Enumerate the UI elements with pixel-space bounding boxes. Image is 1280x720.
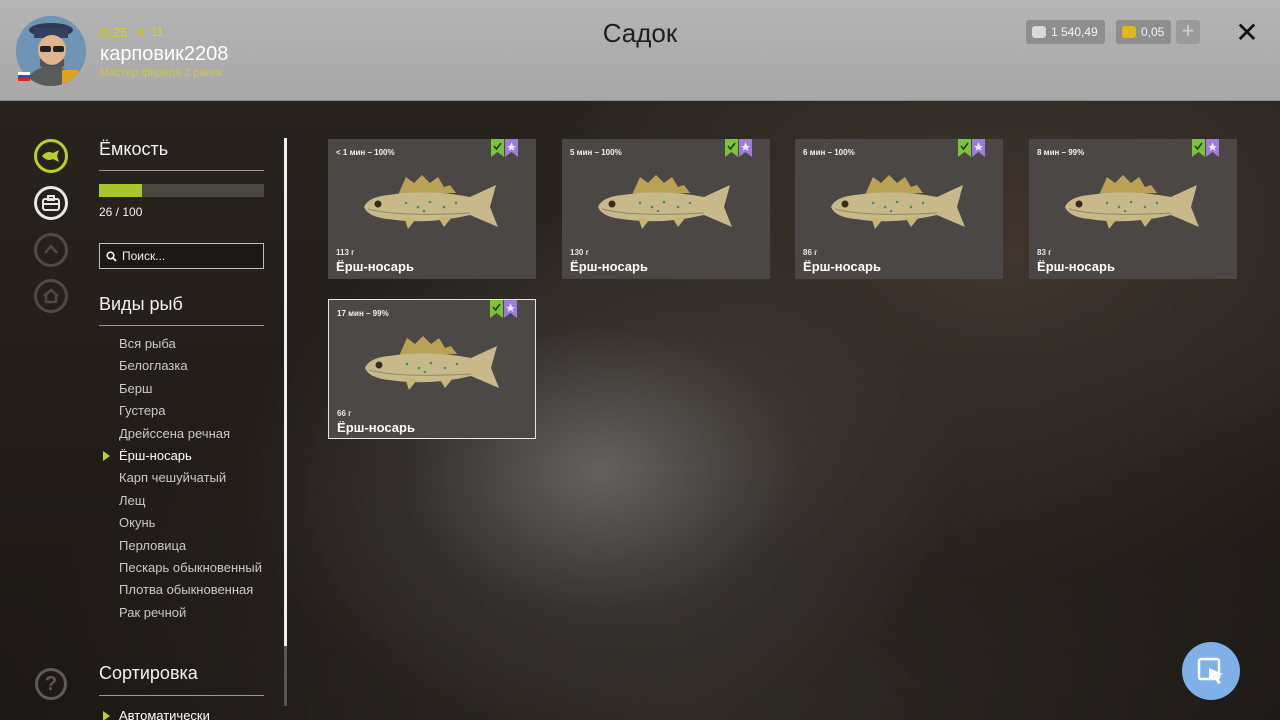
capacity-fill — [99, 184, 142, 197]
catch-time: 6 мин – 100% — [803, 148, 855, 157]
species-item[interactable]: Белоглазка — [119, 358, 279, 373]
capacity-heading: Ёмкость — [99, 139, 169, 159]
species-item[interactable]: Рак речной — [119, 605, 279, 620]
fish-name: Ёрш-носарь — [570, 259, 648, 274]
fish-weight: 113 г — [336, 248, 355, 257]
catch-time: 17 мин – 99% — [337, 309, 389, 318]
fish-image — [831, 175, 965, 229]
divider — [99, 325, 264, 326]
fish-glyph — [42, 150, 59, 162]
card-badges — [491, 139, 518, 157]
fish-card[interactable]: 6 мин – 100% 86 г Ёрш-носарь — [795, 139, 1003, 279]
catch-time: 8 мин – 99% — [1037, 148, 1085, 157]
fish-card[interactable]: 17 мин – 99% 66 г Ёрш-носарь — [328, 299, 536, 439]
species-item[interactable]: Окунь — [119, 515, 279, 530]
catch-time: 5 мин – 100% — [570, 148, 622, 157]
species-item[interactable]: Перловица — [119, 538, 279, 553]
divider — [99, 695, 264, 696]
header-bar: 25 ★ 11 карповик2208 Мастер фидера 2 ранг… — [0, 0, 1280, 101]
card-badges — [1192, 139, 1219, 157]
home-icon[interactable] — [34, 279, 68, 313]
player-rank: Мастер фидера 2 ранга — [100, 67, 222, 79]
fish-card[interactable]: 8 мин – 99% 83 г Ёрш-носарь — [1029, 139, 1237, 279]
add-currency-button[interactable]: + — [1176, 20, 1200, 44]
capacity-text: 26 / 100 — [99, 205, 143, 219]
fish-weight: 83 г — [1037, 248, 1052, 257]
fish-card[interactable]: 5 мин – 100% 130 г Ёрш-носарь — [562, 139, 770, 279]
fish-name: Ёрш-носарь — [336, 259, 414, 274]
check-ribbon-icon — [491, 139, 504, 157]
home-glyph — [43, 288, 59, 304]
cursor-icon — [1197, 657, 1223, 684]
fish-icon[interactable] — [34, 139, 68, 173]
silver-coin-icon — [1032, 26, 1046, 38]
card-badges — [725, 139, 752, 157]
fish-weight: 66 г — [337, 409, 352, 418]
close-button[interactable]: ✕ — [1232, 18, 1262, 48]
species-item[interactable]: Пескарь обыкновенный — [119, 560, 279, 575]
fish-name: Ёрш-носарь — [803, 259, 881, 274]
fish-image — [364, 175, 498, 229]
tackle-box-icon[interactable] — [34, 186, 68, 220]
sort-heading: Сортировка — [99, 663, 198, 683]
silver-balance[interactable]: 1 540,49 — [1026, 20, 1105, 44]
fish-name: Ёрш-носарь — [337, 420, 415, 435]
divider — [99, 170, 264, 171]
species-heading: Виды рыб — [99, 294, 183, 314]
check-ribbon-icon — [958, 139, 971, 157]
fish-weight: 130 г — [570, 248, 589, 257]
check-ribbon-icon — [490, 300, 503, 318]
cursor-mode-button[interactable] — [1182, 642, 1240, 700]
fish-image — [598, 175, 732, 229]
gold-balance[interactable]: 0,05 — [1116, 20, 1172, 44]
search-input[interactable]: Поиск... — [99, 243, 264, 269]
sidebar-scrollbar-track[interactable] — [284, 646, 287, 706]
species-item[interactable]: Вся рыба — [119, 336, 279, 351]
fish-name: Ёрш-носарь — [1037, 259, 1115, 274]
sort-option-auto[interactable]: Автоматически — [103, 708, 210, 720]
species-item[interactable]: Густера — [119, 403, 279, 418]
fish-card[interactable]: < 1 мин – 100% 113 г Ёрш-носарь — [328, 139, 536, 279]
fish-weight: 86 г — [803, 248, 818, 257]
rank-icon[interactable] — [34, 233, 68, 267]
silver-amount: 1 540,49 — [1051, 25, 1098, 39]
sidebar-scrollbar-thumb[interactable] — [284, 138, 287, 646]
help-icon[interactable]: ? — [35, 668, 67, 700]
star-ribbon-icon — [1206, 139, 1219, 157]
species-item[interactable]: Лещ — [119, 493, 279, 508]
check-ribbon-icon — [1192, 139, 1205, 157]
species-list: Вся рыба Белоглазка Берш Густера Дрейссена р… — [103, 336, 279, 627]
capacity-bar — [99, 184, 264, 197]
gold-coin-icon — [1122, 26, 1136, 38]
species-item[interactable]: Карп чешуйчатый — [119, 470, 279, 485]
rank-glyph — [44, 244, 58, 254]
country-flag-icon — [18, 72, 30, 81]
species-item[interactable]: Дрейссена речная — [119, 426, 279, 441]
gold-amount: 0,05 — [1141, 25, 1165, 39]
tackle-box-glyph — [42, 195, 60, 211]
fish-image — [1065, 175, 1199, 229]
search-placeholder: Поиск... — [122, 249, 166, 263]
species-item[interactable]: Плотва обыкновенная — [119, 582, 279, 597]
fish-image — [365, 336, 499, 390]
star-ribbon-icon — [972, 139, 985, 157]
species-item[interactable]: Ёрш-носарь — [103, 448, 279, 463]
species-item[interactable]: Берш — [119, 381, 279, 396]
star-ribbon-icon — [505, 139, 518, 157]
star-ribbon-icon — [739, 139, 752, 157]
star-ribbon-icon — [504, 300, 517, 318]
search-icon — [106, 250, 117, 262]
check-ribbon-icon — [725, 139, 738, 157]
catch-time: < 1 мин – 100% — [336, 148, 395, 157]
card-badges — [490, 300, 517, 318]
card-badges — [958, 139, 985, 157]
